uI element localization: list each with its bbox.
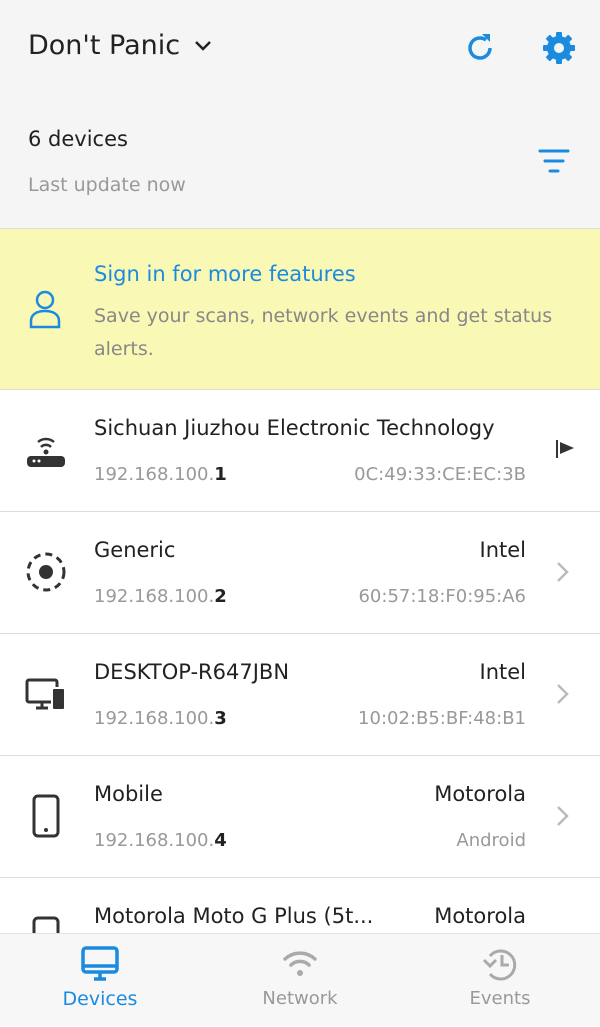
settings-gear-icon[interactable] — [541, 30, 577, 66]
tab-label: Events — [469, 988, 531, 1009]
network-selector[interactable]: Don't Panic — [28, 30, 212, 61]
wifi-icon — [283, 951, 317, 976]
device-vendor: Intel — [479, 538, 527, 562]
device-name: DESKTOP-R647JBN — [94, 660, 290, 684]
device-row[interactable]: Mobile Motorola 192.168.100.4 Android — [0, 756, 600, 878]
bottom-nav: Devices Network Events — [0, 933, 600, 1026]
banner-text: Save your scans, network events and get … — [94, 305, 553, 360]
device-name: Mobile — [94, 782, 163, 806]
tab-devices[interactable]: Devices — [0, 934, 200, 1027]
device-ip: 192.168.100.2 — [94, 586, 227, 607]
tab-network[interactable]: Network — [200, 934, 400, 1027]
device-row[interactable]: Sichuan Jiuzhou Electronic Technology 19… — [0, 390, 600, 512]
device-name: Sichuan Jiuzhou Electronic Technology — [94, 416, 495, 440]
chevron-right-icon — [557, 562, 569, 582]
tab-label: Devices — [62, 988, 138, 1010]
chevron-right-icon — [557, 806, 569, 826]
device-ip: 192.168.100.3 — [94, 708, 227, 729]
device-name: Motorola Moto G Plus (5t... — [94, 904, 374, 928]
device-os: Android — [456, 830, 526, 851]
refresh-icon[interactable] — [462, 30, 498, 66]
device-vendor: Motorola — [434, 904, 526, 928]
router-icon — [27, 437, 65, 467]
chevron-down-icon — [195, 40, 211, 51]
network-name: Don't Panic — [28, 30, 181, 61]
desktop-icon — [25, 678, 66, 711]
monitor-icon — [81, 946, 119, 981]
device-vendor: Intel — [479, 660, 527, 684]
tab-events[interactable]: Events — [400, 934, 600, 1027]
banner-title[interactable]: Sign in for more features — [94, 262, 356, 286]
device-row[interactable]: DESKTOP-R647JBN Intel 192.168.100.3 10:0… — [0, 634, 600, 756]
device-mac: 10:02:B5:BF:48:B1 — [358, 708, 526, 729]
device-name: Generic — [94, 538, 176, 562]
history-icon — [482, 949, 517, 981]
device-row[interactable]: Generic Intel 192.168.100.2 60:57:18:F0:… — [0, 512, 600, 634]
device-mac: 0C:49:33:CE:EC:3B — [354, 464, 526, 485]
header: Don't Panic 6 devices Last update now — [0, 0, 600, 229]
chevron-right-icon — [557, 684, 569, 704]
device-vendor: Motorola — [434, 782, 526, 806]
device-count: 6 devices — [28, 127, 128, 151]
user-icon — [29, 290, 61, 329]
device-mac: 60:57:18:F0:95:A6 — [358, 586, 526, 607]
flag-icon — [556, 440, 574, 458]
mobile-icon — [32, 794, 60, 838]
tab-label: Network — [262, 988, 338, 1009]
last-update: Last update now — [28, 174, 186, 196]
filter-icon[interactable] — [538, 148, 570, 174]
generic-device-icon — [26, 552, 66, 592]
device-ip: 192.168.100.4 — [94, 830, 227, 851]
device-ip: 192.168.100.1 — [94, 464, 227, 485]
